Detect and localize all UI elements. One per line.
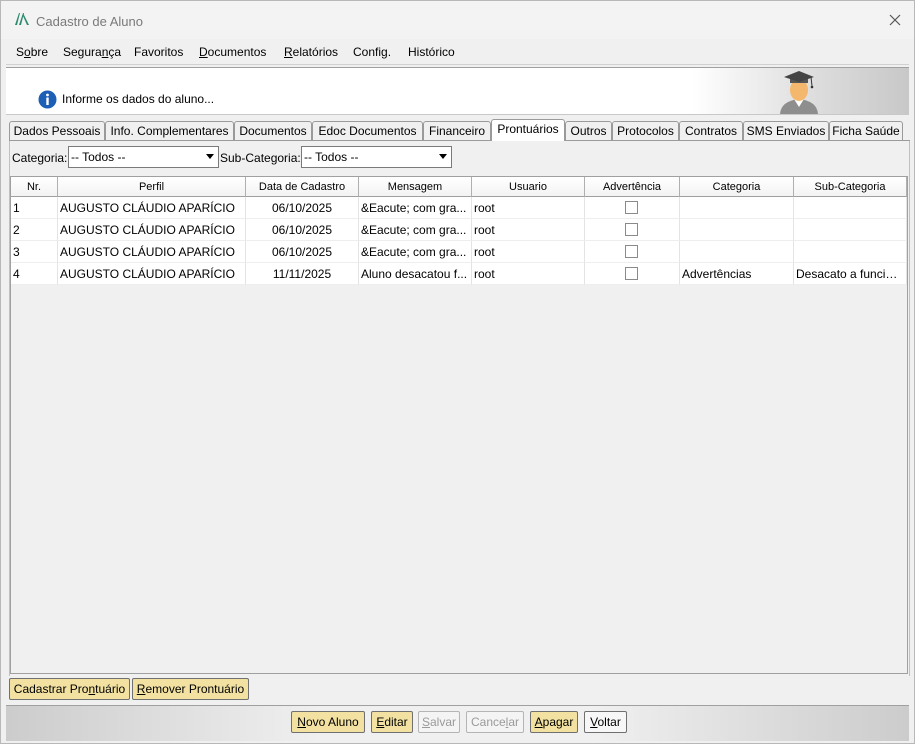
cell-perfil: AUGUSTO CLÁUDIO APARÍCIO — [58, 219, 246, 241]
menu-relatorios[interactable]: Relatórios — [284, 45, 338, 59]
header-banner: Informe os dados do aluno... — [6, 67, 909, 115]
column-header-sub-categoria[interactable]: Sub-Categoria — [794, 177, 907, 197]
cell-subcategoria — [794, 241, 907, 263]
categoria-select-value: -- Todos -- — [71, 150, 126, 164]
checkbox-icon[interactable] — [625, 223, 638, 236]
subcategoria-select-value: -- Todos -- — [304, 150, 359, 164]
column-header-advertencia[interactable]: Advertência — [585, 177, 680, 197]
cell-subcategoria — [794, 219, 907, 241]
menu-seguranca[interactable]: Segurança — [63, 45, 121, 59]
cell-usuario: root — [472, 263, 585, 285]
tab-ficha-saude[interactable]: Ficha Saúde — [829, 121, 903, 140]
cell-categoria — [680, 241, 794, 263]
cell-subcategoria: Desacato a funcion... — [794, 263, 907, 285]
cell-mensagem: Aluno desacatou f... — [359, 263, 472, 285]
cadastrar-prontuario-button[interactable]: Cadastrar Prontuário — [9, 678, 130, 700]
categoria-select[interactable]: -- Todos -- — [68, 146, 219, 168]
cell-data: 06/10/2025 — [246, 197, 359, 219]
cell-mensagem: &Eacute; com gra... — [359, 241, 472, 263]
novo-aluno-button[interactable]: Novo Aluno — [291, 711, 365, 733]
cell-usuario: root — [472, 219, 585, 241]
close-icon[interactable] — [884, 9, 906, 31]
tab-sms-enviados[interactable]: SMS Enviados — [743, 121, 829, 140]
tab-documentos[interactable]: Documentos — [234, 121, 312, 140]
cell-nr: 4 — [11, 263, 58, 285]
menu-favoritos[interactable]: Favoritos — [134, 45, 183, 59]
dropdown-arrow-icon — [439, 154, 447, 159]
cell-perfil: AUGUSTO CLÁUDIO APARÍCIO — [58, 241, 246, 263]
cell-advertencia — [585, 197, 680, 219]
column-header-categoria[interactable]: Categoria — [680, 177, 794, 197]
tab-dados-pessoais[interactable]: Dados Pessoais — [9, 121, 105, 140]
column-header-perfil[interactable]: Perfil — [58, 177, 246, 197]
info-icon — [38, 90, 57, 109]
cell-categoria — [680, 219, 794, 241]
menu-bar: Sobre Segurança Favoritos Documentos Rel… — [6, 41, 909, 65]
menu-sobre[interactable]: Sobre — [16, 45, 48, 59]
cell-nr: 1 — [11, 197, 58, 219]
menu-historico[interactable]: Histórico — [408, 45, 455, 59]
title-bar: Cadastro de Aluno — [1, 1, 914, 39]
cell-usuario: root — [472, 197, 585, 219]
cell-advertencia — [585, 219, 680, 241]
remover-prontuario-button[interactable]: Remover Prontuário — [132, 678, 249, 700]
table-row[interactable]: 2 AUGUSTO CLÁUDIO APARÍCIO 06/10/2025 &E… — [11, 219, 907, 241]
checkbox-icon[interactable] — [625, 201, 638, 214]
dropdown-arrow-icon — [206, 154, 214, 159]
cell-perfil: AUGUSTO CLÁUDIO APARÍCIO — [58, 263, 246, 285]
menu-config[interactable]: Config. — [353, 45, 391, 59]
cell-usuario: root — [472, 241, 585, 263]
table-row[interactable]: 4 AUGUSTO CLÁUDIO APARÍCIO 11/11/2025 Al… — [11, 263, 907, 285]
tab-contratos[interactable]: Contratos — [679, 121, 743, 140]
student-graduate-icon — [780, 71, 818, 114]
cell-nr: 2 — [11, 219, 58, 241]
column-header-nr[interactable]: Nr. — [11, 177, 58, 197]
cell-mensagem: &Eacute; com gra... — [359, 197, 472, 219]
column-header-data-cadastro[interactable]: Data de Cadastro — [246, 177, 359, 197]
apagar-button[interactable]: Apagar — [530, 711, 578, 733]
window-title: Cadastro de Aluno — [36, 14, 143, 29]
cell-data: 06/10/2025 — [246, 219, 359, 241]
prontuarios-grid[interactable]: Nr. Perfil Data de Cadastro Mensagem Usu… — [10, 176, 908, 674]
table-row[interactable]: 3 AUGUSTO CLÁUDIO APARÍCIO 06/10/2025 &E… — [11, 241, 907, 263]
cell-advertencia — [585, 263, 680, 285]
checkbox-icon[interactable] — [625, 267, 638, 280]
tab-strip: Dados Pessoais Info. Complementares Docu… — [9, 119, 909, 141]
tab-financeiro[interactable]: Financeiro — [423, 121, 491, 140]
cell-mensagem: &Eacute; com gra... — [359, 219, 472, 241]
subcategoria-label: Sub-Categoria: — [220, 151, 301, 165]
window: Cadastro de Aluno Sobre Segurança Favori… — [0, 0, 915, 744]
grid-header: Nr. Perfil Data de Cadastro Mensagem Usu… — [11, 177, 907, 197]
cell-data: 06/10/2025 — [246, 241, 359, 263]
salvar-button[interactable]: Salvar — [418, 711, 460, 733]
cell-advertencia — [585, 241, 680, 263]
cell-data: 11/11/2025 — [246, 263, 359, 285]
categoria-label: Categoria: — [12, 151, 68, 165]
tab-prontuarios[interactable]: Prontuários — [491, 119, 565, 141]
column-header-usuario[interactable]: Usuario — [472, 177, 585, 197]
column-header-mensagem[interactable]: Mensagem — [359, 177, 472, 197]
cell-categoria: Advertências — [680, 263, 794, 285]
tab-outros[interactable]: Outros — [565, 121, 612, 140]
tab-protocolos[interactable]: Protocolos — [612, 121, 679, 140]
banner-message: Informe os dados do aluno... — [62, 92, 215, 106]
cell-perfil: AUGUSTO CLÁUDIO APARÍCIO — [58, 197, 246, 219]
cell-categoria — [680, 197, 794, 219]
checkbox-icon[interactable] — [625, 245, 638, 258]
cancelar-button[interactable]: Cancelar — [466, 711, 524, 733]
editar-button[interactable]: Editar — [371, 711, 413, 733]
tab-info-complementares[interactable]: Info. Complementares — [105, 121, 234, 140]
menu-documentos[interactable]: Documentos — [199, 45, 266, 59]
tab-edoc-documentos[interactable]: Edoc Documentos — [312, 121, 423, 140]
cell-subcategoria — [794, 197, 907, 219]
cell-nr: 3 — [11, 241, 58, 263]
subcategoria-select[interactable]: -- Todos -- — [301, 146, 452, 168]
voltar-button[interactable]: Voltar — [584, 711, 627, 733]
app-logo-icon — [15, 13, 29, 25]
table-row[interactable]: 1 AUGUSTO CLÁUDIO APARÍCIO 06/10/2025 &E… — [11, 197, 907, 219]
